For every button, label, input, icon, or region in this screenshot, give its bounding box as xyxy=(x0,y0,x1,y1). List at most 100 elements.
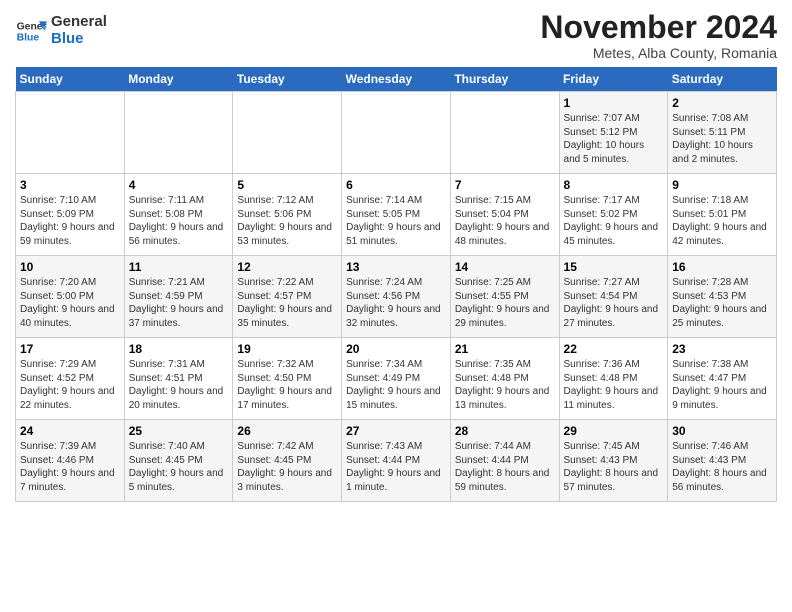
day-number: 27 xyxy=(346,424,446,438)
main-title: November 2024 xyxy=(540,10,777,45)
calendar-cell: 30 Sunrise: 7:46 AM Sunset: 4:43 PM Dayli… xyxy=(668,420,777,502)
week-row-1: 3 Sunrise: 7:10 AM Sunset: 5:09 PM Daylig… xyxy=(16,174,777,256)
week-row-4: 24 Sunrise: 7:39 AM Sunset: 4:46 PM Dayli… xyxy=(16,420,777,502)
calendar-cell: 18 Sunrise: 7:31 AM Sunset: 4:51 PM Dayli… xyxy=(124,338,233,420)
week-row-3: 17Sunrise: 7:29 AM Sunset: 4:52 PM Dayli… xyxy=(16,338,777,420)
day-number: 1 xyxy=(564,96,664,110)
calendar-body: 1 Sunrise: 7:07 AM Sunset: 5:12 PM Daylig… xyxy=(16,92,777,502)
day-info: Sunrise: 7:15 AM Sunset: 5:04 PM Dayligh… xyxy=(455,194,555,248)
title-block: November 2024 Metes, Alba County, Romani… xyxy=(540,10,777,61)
day-number: 29 xyxy=(564,424,664,438)
day-info: Sunrise: 7:21 AM Sunset: 4:59 PM Dayligh… xyxy=(129,276,229,330)
calendar-cell: 22Sunrise: 7:36 AM Sunset: 4:48 PM Dayli… xyxy=(559,338,668,420)
calendar-cell: 27Sunrise: 7:43 AM Sunset: 4:44 PM Dayli… xyxy=(342,420,451,502)
calendar-cell: 7 Sunrise: 7:15 AM Sunset: 5:04 PM Daylig… xyxy=(450,174,559,256)
day-number: 26 xyxy=(237,424,337,438)
calendar-cell: 21 Sunrise: 7:35 AM Sunset: 4:48 PM Dayli… xyxy=(450,338,559,420)
calendar-cell: 20 Sunrise: 7:34 AM Sunset: 4:49 PM Dayli… xyxy=(342,338,451,420)
day-info: Sunrise: 7:18 AM Sunset: 5:01 PM Dayligh… xyxy=(672,194,772,248)
logo-text: General Blue xyxy=(51,14,107,47)
day-info: Sunrise: 7:44 AM Sunset: 4:44 PM Dayligh… xyxy=(455,440,555,494)
day-info: Sunrise: 7:39 AM Sunset: 4:46 PM Dayligh… xyxy=(20,440,120,494)
calendar-cell: 17Sunrise: 7:29 AM Sunset: 4:52 PM Dayli… xyxy=(16,338,125,420)
calendar-cell: 1 Sunrise: 7:07 AM Sunset: 5:12 PM Daylig… xyxy=(559,92,668,174)
calendar-cell: 19 Sunrise: 7:32 AM Sunset: 4:50 PM Dayli… xyxy=(233,338,342,420)
calendar-cell: 15 Sunrise: 7:27 AM Sunset: 4:54 PM Dayli… xyxy=(559,256,668,338)
day-info: Sunrise: 7:24 AM Sunset: 4:56 PM Dayligh… xyxy=(346,276,446,330)
header-day-sunday: Sunday xyxy=(16,67,125,92)
week-row-0: 1 Sunrise: 7:07 AM Sunset: 5:12 PM Daylig… xyxy=(16,92,777,174)
calendar-table: SundayMondayTuesdayWednesdayThursdayFrid… xyxy=(15,67,777,502)
calendar-cell: 16 Sunrise: 7:28 AM Sunset: 4:53 PM Dayli… xyxy=(668,256,777,338)
day-number: 30 xyxy=(672,424,772,438)
day-number: 8 xyxy=(564,178,664,192)
day-info: Sunrise: 7:35 AM Sunset: 4:48 PM Dayligh… xyxy=(455,358,555,412)
header-day-monday: Monday xyxy=(124,67,233,92)
subtitle: Metes, Alba County, Romania xyxy=(540,45,777,61)
calendar-cell: 8 Sunrise: 7:17 AM Sunset: 5:02 PM Daylig… xyxy=(559,174,668,256)
day-number: 23 xyxy=(672,342,772,356)
day-number: 24 xyxy=(20,424,120,438)
day-info: Sunrise: 7:08 AM Sunset: 5:11 PM Dayligh… xyxy=(672,112,772,166)
day-info: Sunrise: 7:42 AM Sunset: 4:45 PM Dayligh… xyxy=(237,440,337,494)
calendar-cell: 25 Sunrise: 7:40 AM Sunset: 4:45 PM Dayli… xyxy=(124,420,233,502)
day-number: 21 xyxy=(455,342,555,356)
day-number: 16 xyxy=(672,260,772,274)
calendar-header: SundayMondayTuesdayWednesdayThursdayFrid… xyxy=(16,67,777,92)
day-number: 6 xyxy=(346,178,446,192)
header-day-tuesday: Tuesday xyxy=(233,67,342,92)
day-number: 18 xyxy=(129,342,229,356)
calendar-cell: 10 Sunrise: 7:20 AM Sunset: 5:00 PM Dayli… xyxy=(16,256,125,338)
day-number: 13 xyxy=(346,260,446,274)
calendar-cell: 2Sunrise: 7:08 AM Sunset: 5:11 PM Daylig… xyxy=(668,92,777,174)
day-info: Sunrise: 7:27 AM Sunset: 4:54 PM Dayligh… xyxy=(564,276,664,330)
calendar-cell: 5Sunrise: 7:12 AM Sunset: 5:06 PM Daylig… xyxy=(233,174,342,256)
day-info: Sunrise: 7:45 AM Sunset: 4:43 PM Dayligh… xyxy=(564,440,664,494)
day-info: Sunrise: 7:20 AM Sunset: 5:00 PM Dayligh… xyxy=(20,276,120,330)
day-info: Sunrise: 7:25 AM Sunset: 4:55 PM Dayligh… xyxy=(455,276,555,330)
calendar-cell xyxy=(124,92,233,174)
week-row-2: 10 Sunrise: 7:20 AM Sunset: 5:00 PM Dayli… xyxy=(16,256,777,338)
day-info: Sunrise: 7:22 AM Sunset: 4:57 PM Dayligh… xyxy=(237,276,337,330)
day-number: 3 xyxy=(20,178,120,192)
header-row: SundayMondayTuesdayWednesdayThursdayFrid… xyxy=(16,67,777,92)
day-info: Sunrise: 7:32 AM Sunset: 4:50 PM Dayligh… xyxy=(237,358,337,412)
calendar-cell xyxy=(450,92,559,174)
day-info: Sunrise: 7:34 AM Sunset: 4:49 PM Dayligh… xyxy=(346,358,446,412)
day-info: Sunrise: 7:38 AM Sunset: 4:47 PM Dayligh… xyxy=(672,358,772,412)
day-info: Sunrise: 7:40 AM Sunset: 4:45 PM Dayligh… xyxy=(129,440,229,494)
day-info: Sunrise: 7:10 AM Sunset: 5:09 PM Dayligh… xyxy=(20,194,120,248)
calendar-cell xyxy=(16,92,125,174)
day-number: 25 xyxy=(129,424,229,438)
calendar-cell: 4Sunrise: 7:11 AM Sunset: 5:08 PM Daylig… xyxy=(124,174,233,256)
day-info: Sunrise: 7:07 AM Sunset: 5:12 PM Dayligh… xyxy=(564,112,664,166)
calendar-cell: 29 Sunrise: 7:45 AM Sunset: 4:43 PM Dayli… xyxy=(559,420,668,502)
day-info: Sunrise: 7:31 AM Sunset: 4:51 PM Dayligh… xyxy=(129,358,229,412)
day-number: 15 xyxy=(564,260,664,274)
calendar-cell: 24 Sunrise: 7:39 AM Sunset: 4:46 PM Dayli… xyxy=(16,420,125,502)
day-number: 12 xyxy=(237,260,337,274)
day-number: 28 xyxy=(455,424,555,438)
day-number: 20 xyxy=(346,342,446,356)
header: General Blue General Blue November 2024 … xyxy=(15,10,777,61)
day-number: 10 xyxy=(20,260,120,274)
calendar-cell xyxy=(233,92,342,174)
day-number: 14 xyxy=(455,260,555,274)
day-info: Sunrise: 7:46 AM Sunset: 4:43 PM Dayligh… xyxy=(672,440,772,494)
calendar-cell: 6Sunrise: 7:14 AM Sunset: 5:05 PM Daylig… xyxy=(342,174,451,256)
day-info: Sunrise: 7:28 AM Sunset: 4:53 PM Dayligh… xyxy=(672,276,772,330)
calendar-cell: 12 Sunrise: 7:22 AM Sunset: 4:57 PM Dayli… xyxy=(233,256,342,338)
header-day-saturday: Saturday xyxy=(668,67,777,92)
day-number: 7 xyxy=(455,178,555,192)
day-number: 11 xyxy=(129,260,229,274)
day-info: Sunrise: 7:12 AM Sunset: 5:06 PM Dayligh… xyxy=(237,194,337,248)
day-info: Sunrise: 7:36 AM Sunset: 4:48 PM Dayligh… xyxy=(564,358,664,412)
day-number: 17 xyxy=(20,342,120,356)
calendar-cell: 11 Sunrise: 7:21 AM Sunset: 4:59 PM Dayli… xyxy=(124,256,233,338)
header-day-wednesday: Wednesday xyxy=(342,67,451,92)
calendar-cell xyxy=(342,92,451,174)
calendar-cell: 13 Sunrise: 7:24 AM Sunset: 4:56 PM Dayli… xyxy=(342,256,451,338)
day-info: Sunrise: 7:17 AM Sunset: 5:02 PM Dayligh… xyxy=(564,194,664,248)
day-info: Sunrise: 7:11 AM Sunset: 5:08 PM Dayligh… xyxy=(129,194,229,248)
day-number: 19 xyxy=(237,342,337,356)
